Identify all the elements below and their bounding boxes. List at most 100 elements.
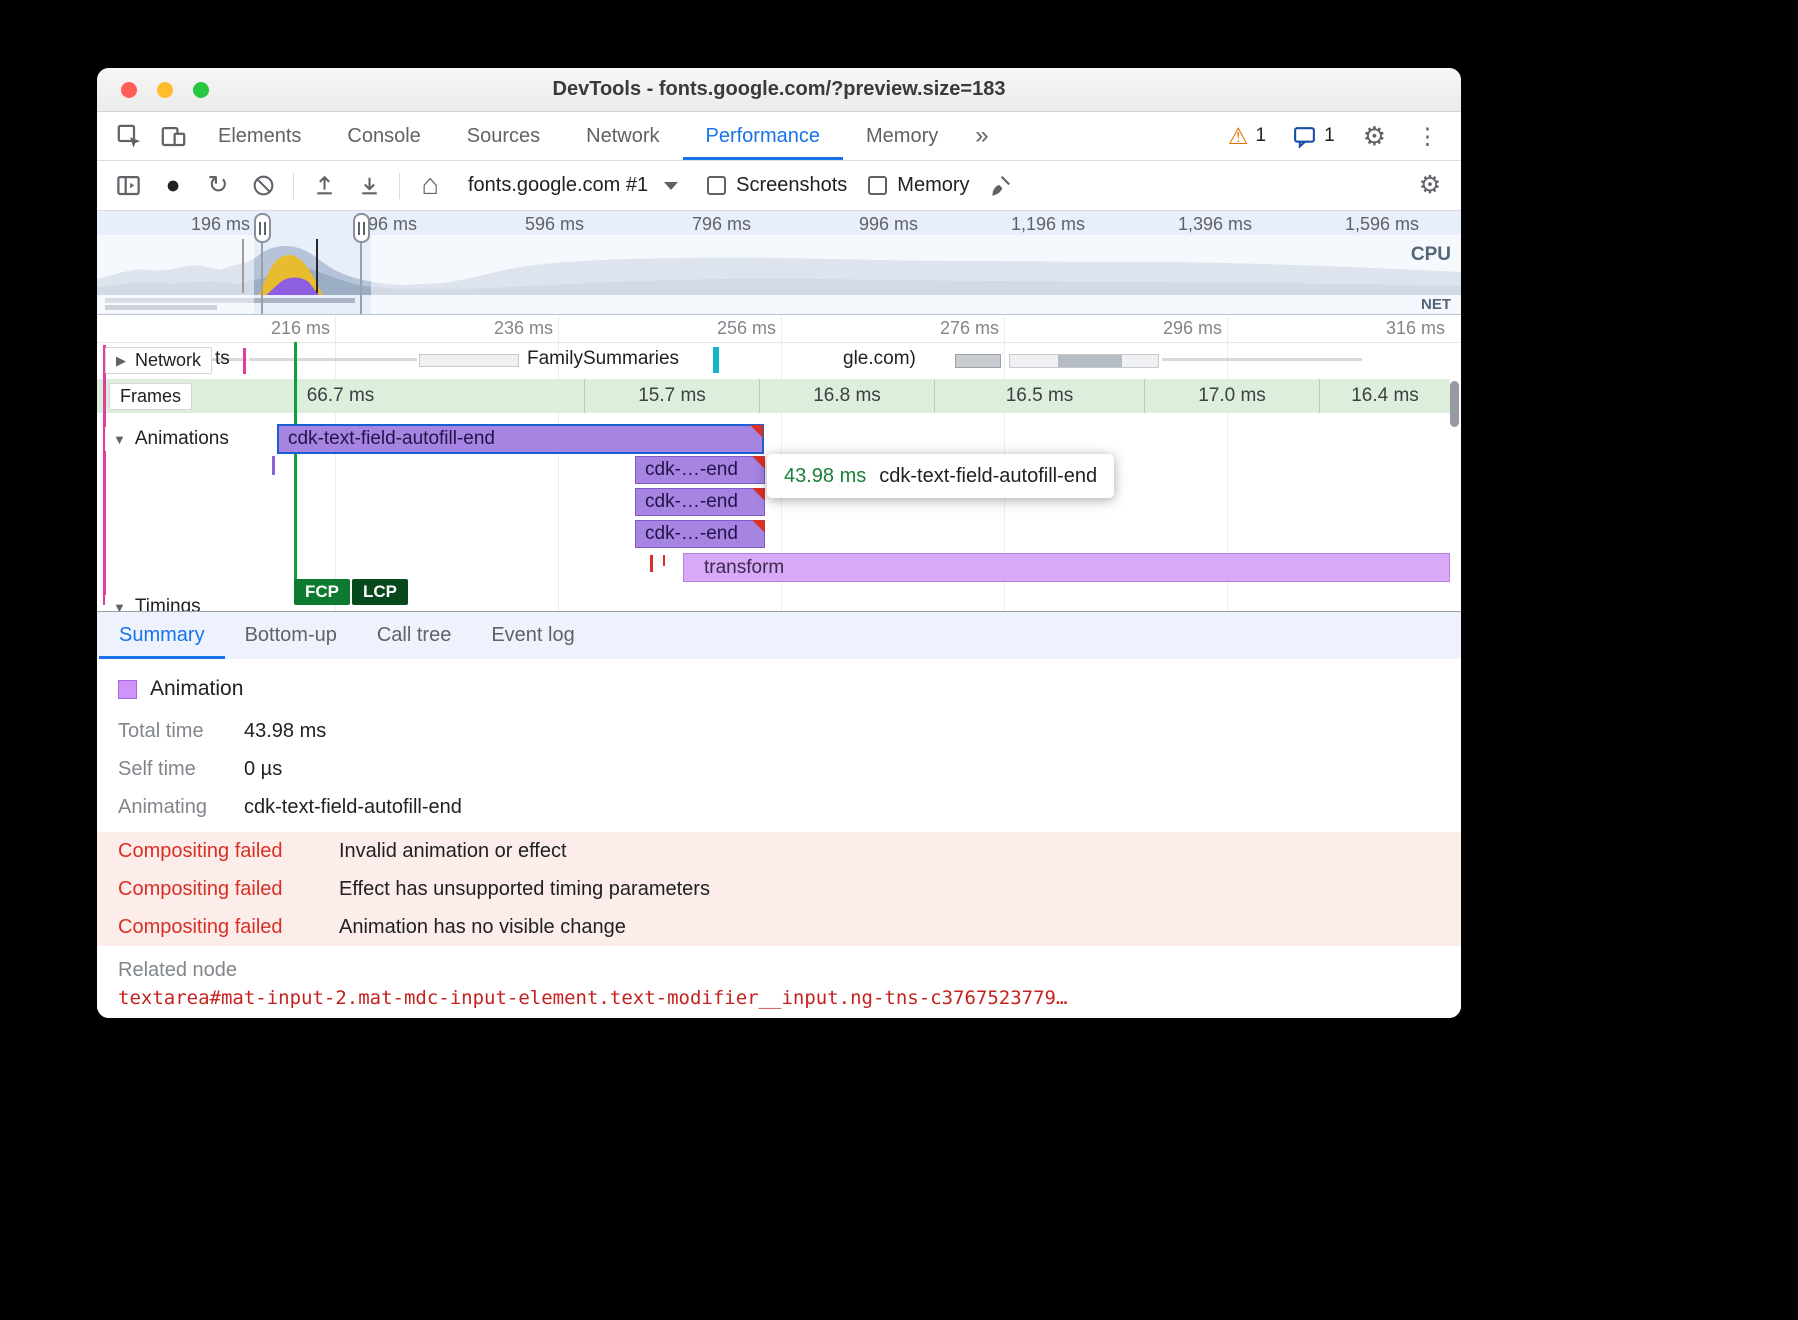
zoom-window-button[interactable] xyxy=(193,82,209,98)
tab-summary[interactable]: Summary xyxy=(99,612,225,659)
network-request-bar[interactable] xyxy=(955,354,1001,368)
collect-garbage-button[interactable] xyxy=(985,171,1015,201)
warning-corner-icon xyxy=(752,456,765,469)
network-request-bar[interactable] xyxy=(1009,354,1159,368)
issues-warning-button[interactable]: ⚠ 1 xyxy=(1220,125,1274,148)
track-accent-line xyxy=(103,345,106,605)
toggle-sidebar-button[interactable] xyxy=(113,171,143,201)
animation-bar-small[interactable]: cdk-…-end xyxy=(635,456,765,484)
capture-settings-button[interactable]: ⚙ xyxy=(1415,171,1445,201)
animation-bar-main[interactable]: cdk-text-field-autofill-end xyxy=(277,424,764,454)
toolbar-divider xyxy=(399,173,400,199)
history-select[interactable]: fonts.google.com #1 xyxy=(468,174,678,197)
clear-recording-button[interactable] xyxy=(248,171,278,201)
related-node-link[interactable]: textarea#mat-input-2.mat-mdc-input-eleme… xyxy=(118,987,1461,1009)
warning-row: Compositing failed Effect has unsupporte… xyxy=(97,870,1461,908)
network-item-label: gle.com) xyxy=(843,348,916,370)
tab-network[interactable]: Network xyxy=(563,112,682,160)
frame-cell[interactable]: 16.4 ms xyxy=(1320,379,1450,413)
warning-label: Compositing failed xyxy=(118,840,339,863)
frame-cell[interactable]: 16.8 ms xyxy=(760,379,935,413)
network-request-line[interactable] xyxy=(1162,358,1362,361)
warning-text: Effect has unsupported timing parameters xyxy=(339,878,710,901)
animations-track-header[interactable]: ▼ Animations xyxy=(105,427,237,451)
selection-right-handle[interactable] xyxy=(353,213,370,243)
tab-performance[interactable]: Performance xyxy=(683,112,844,160)
animation-bar-transform[interactable]: transform xyxy=(683,553,1450,582)
save-profile-button[interactable] xyxy=(354,171,384,201)
close-window-button[interactable] xyxy=(121,82,137,98)
tab-bottom-up[interactable]: Bottom-up xyxy=(225,612,357,659)
warning-corner-icon xyxy=(752,520,765,533)
network-event-tick xyxy=(713,347,719,373)
home-icon: ⌂ xyxy=(421,171,439,200)
record-button[interactable]: ● xyxy=(158,171,188,201)
frames-track-label: Frames xyxy=(120,386,181,407)
network-item-label: ts xyxy=(215,348,230,370)
network-request-line[interactable] xyxy=(249,358,417,361)
reload-and-record-button[interactable]: ↻ xyxy=(203,171,233,201)
overview-tick: 196 ms xyxy=(191,214,250,235)
ruler-divider xyxy=(97,342,1461,343)
messages-button[interactable]: 1 xyxy=(1284,124,1343,149)
sidebar-panel-icon xyxy=(115,172,142,199)
settings-button[interactable]: ⚙ xyxy=(1353,121,1396,152)
device-toolbar-button[interactable] xyxy=(151,112,195,160)
network-request-bar[interactable] xyxy=(419,354,519,367)
frames-track-header[interactable]: Frames xyxy=(109,383,192,410)
device-toolbar-icon xyxy=(160,123,187,150)
memory-checkbox[interactable]: Memory xyxy=(868,174,969,197)
animation-bar-small[interactable]: cdk-…-end xyxy=(635,488,765,516)
animation-bar-small[interactable]: cdk-…-end xyxy=(635,520,765,548)
tabbar-right-controls: ⚠ 1 1 ⚙ ⋮ xyxy=(1220,112,1449,160)
tab-console[interactable]: Console xyxy=(324,112,443,160)
overview-event-marker xyxy=(316,239,318,293)
live-metrics-button[interactable]: ⌂ xyxy=(415,171,445,201)
load-profile-button[interactable] xyxy=(309,171,339,201)
frame-cell[interactable]: 16.5 ms xyxy=(935,379,1145,413)
warning-row: Compositing failed Animation has no visi… xyxy=(97,908,1461,946)
network-item-label: FamilySummaries xyxy=(527,348,679,370)
vertical-scrollbar-thumb[interactable] xyxy=(1450,381,1459,427)
animating-value: cdk-text-field-autofill-end xyxy=(244,796,462,819)
tab-call-tree[interactable]: Call tree xyxy=(357,612,471,659)
fcp-badge[interactable]: FCP xyxy=(294,579,350,605)
lcp-badge[interactable]: LCP xyxy=(352,579,408,605)
total-time-value: 43.98 ms xyxy=(244,720,326,743)
memory-label: Memory xyxy=(897,174,969,197)
compositing-warnings: Compositing failed Invalid animation or … xyxy=(97,832,1461,946)
minimize-window-button[interactable] xyxy=(157,82,173,98)
download-icon xyxy=(357,173,382,198)
tab-memory[interactable]: Memory xyxy=(843,112,961,160)
chevron-double-icon: » xyxy=(975,122,988,150)
screenshots-checkbox[interactable]: Screenshots xyxy=(707,174,847,197)
frame-cell[interactable]: 17.0 ms xyxy=(1145,379,1320,413)
message-count: 1 xyxy=(1324,125,1335,147)
timings-track-header[interactable]: ▼ Timings xyxy=(105,595,209,611)
main-menu-button[interactable]: ⋮ xyxy=(1406,123,1449,150)
ruler-tick: 256 ms xyxy=(717,318,776,339)
animation-event-tick xyxy=(650,555,653,572)
network-track-label: Network xyxy=(135,350,201,371)
self-time-row: Self time 0 µs xyxy=(118,750,1461,788)
kebab-menu-icon: ⋮ xyxy=(1416,123,1439,150)
animation-bar-label: cdk-…-end xyxy=(645,491,738,513)
tab-sources[interactable]: Sources xyxy=(444,112,563,160)
total-time-row: Total time 43.98 ms xyxy=(118,712,1461,750)
more-tabs-button[interactable]: » xyxy=(961,112,1002,160)
warning-text: Invalid animation or effect xyxy=(339,840,567,863)
warning-corner-icon xyxy=(750,425,763,438)
self-time-value: 0 µs xyxy=(244,758,282,781)
frame-cell[interactable]: 15.7 ms xyxy=(585,379,760,413)
network-track-header[interactable]: ▶ Network xyxy=(105,347,212,374)
timeline-detail[interactable]: 216 ms 236 ms 256 ms 276 ms 296 ms 316 m… xyxy=(97,315,1461,611)
collapse-icon: ▼ xyxy=(113,600,126,612)
tab-elements[interactable]: Elements xyxy=(195,112,324,160)
tab-event-log[interactable]: Event log xyxy=(471,612,594,659)
inspect-element-button[interactable] xyxy=(107,112,151,160)
checkbox-icon xyxy=(707,176,726,195)
selection-left-handle[interactable] xyxy=(254,213,271,243)
ruler-tick: 236 ms xyxy=(494,318,553,339)
frames-track: 66.7 ms 15.7 ms 16.8 ms 16.5 ms 17.0 ms … xyxy=(97,379,1450,413)
timeline-overview[interactable]: 196 ms 396 ms 596 ms 796 ms 996 ms 1,196… xyxy=(97,211,1461,315)
